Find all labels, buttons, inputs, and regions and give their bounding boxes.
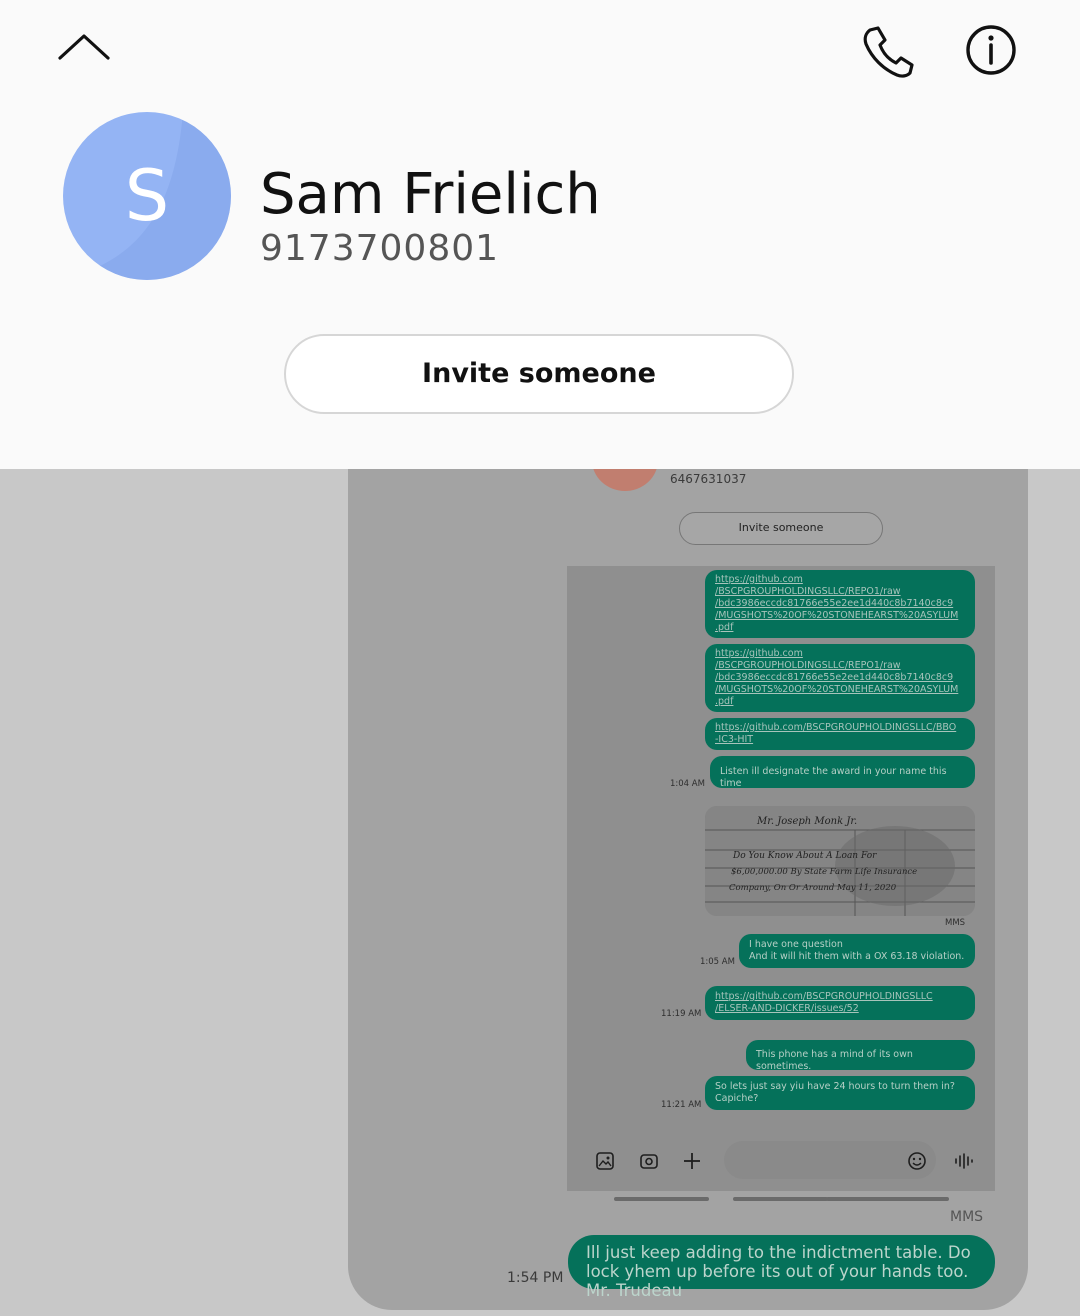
plus-icon bbox=[682, 1151, 702, 1175]
screenshot-message: https://github.com /BSCPGROUPHOLDINGSLLC… bbox=[705, 644, 975, 712]
message-timestamp: 1:54 PM bbox=[507, 1270, 564, 1286]
screenshot-message: https://github.com/BSCPGROUPHOLDINGSLLC … bbox=[705, 986, 975, 1020]
screenshot-timestamp: 1:04 AM bbox=[670, 779, 705, 789]
screenshot-timestamp: 11:19 AM bbox=[661, 1009, 702, 1019]
note-line3: Company, On Or Around May 11, 2020 bbox=[729, 883, 897, 893]
invite-someone-button[interactable]: Invite someone bbox=[284, 334, 794, 414]
mms-label: MMS bbox=[950, 1209, 984, 1225]
screenshot-timestamp: 1:05 AM bbox=[700, 957, 735, 967]
phone-icon[interactable] bbox=[858, 22, 918, 80]
emoji-icon bbox=[907, 1151, 927, 1175]
screenshot-message-input bbox=[724, 1141, 936, 1179]
message-bubble[interactable]: Ill just keep adding to the indictment t… bbox=[568, 1235, 995, 1300]
screenshot-message: I have one question And it will hit them… bbox=[739, 934, 975, 968]
screenshot-message: https://github.com/BSCPGROUPHOLDINGSLLC/… bbox=[705, 718, 975, 750]
contact-number: 9173700801 bbox=[260, 228, 500, 269]
screenshot-nav-bar bbox=[826, 1197, 949, 1201]
contact-header: S Sam Frielich 9173700801 Invite someone bbox=[0, 0, 1080, 469]
voice-icon bbox=[953, 1151, 973, 1175]
screenshot-nav-bar bbox=[733, 1197, 828, 1201]
screenshot-image: Mr. Joseph Monk Jr. Do You Know About A … bbox=[705, 806, 975, 916]
avatar-initial: S bbox=[124, 155, 170, 237]
screenshot-contact-number: 6467631037 bbox=[670, 472, 747, 486]
screenshot-message: So lets just say yiu have 24 hours to tu… bbox=[705, 1076, 975, 1110]
screenshot-chat: https://github.com /BSCPGROUPHOLDINGSLLC… bbox=[567, 566, 995, 1191]
chevron-up-icon[interactable] bbox=[52, 24, 116, 72]
screenshot-message: https://github.com /BSCPGROUPHOLDINGSLLC… bbox=[705, 570, 975, 638]
avatar[interactable]: S bbox=[63, 112, 231, 280]
screenshot-message: Listen ill designate the award in your n… bbox=[710, 756, 975, 789]
contact-name: Sam Frielich bbox=[260, 162, 601, 227]
note-header: Mr. Joseph Monk Jr. bbox=[756, 816, 857, 827]
note-line1: Do You Know About A Loan For bbox=[732, 851, 877, 861]
screenshot-attachment[interactable]: 6467631037 Invite someone https://github… bbox=[348, 469, 1028, 1310]
screenshot-timestamp: 11:21 AM bbox=[661, 1100, 702, 1110]
screenshot-mms-tag: MMS bbox=[945, 918, 966, 928]
screenshot-invite-button: Invite someone bbox=[679, 512, 883, 545]
camera-icon bbox=[639, 1151, 659, 1175]
note-line2: $6,00,000.00 By State Farm Life Insuranc… bbox=[731, 867, 917, 877]
screenshot-message: This phone has a mind of its own sometim… bbox=[746, 1040, 975, 1072]
screenshot-nav-bar bbox=[614, 1197, 709, 1201]
gallery-icon bbox=[595, 1151, 615, 1175]
screenshot-avatar bbox=[592, 469, 658, 491]
info-icon[interactable] bbox=[964, 23, 1018, 77]
